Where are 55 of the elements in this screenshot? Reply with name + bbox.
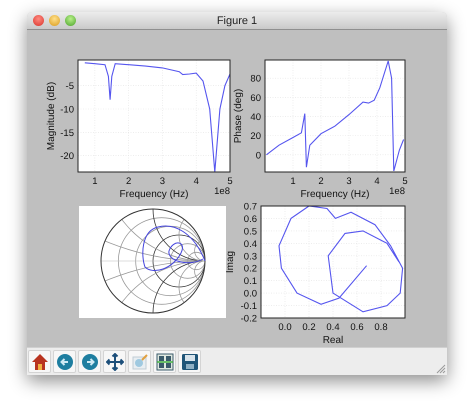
tick-label: -5 xyxy=(66,81,74,92)
tick-label: 4 xyxy=(374,176,380,187)
move-arrows-icon xyxy=(106,352,124,370)
tick-label: 3 xyxy=(160,176,166,187)
configure-button[interactable] xyxy=(153,350,176,373)
tick-label: 0.0 xyxy=(244,288,257,300)
tick-label: -0.1 xyxy=(240,301,257,312)
home-button[interactable] xyxy=(28,350,51,373)
tick-label: 20 xyxy=(250,131,261,142)
subplots-icon xyxy=(156,352,174,370)
save-button[interactable] xyxy=(178,350,201,373)
tick-label: 60 xyxy=(250,92,261,104)
tick-label: 0.5 xyxy=(244,226,257,238)
axis-label: Magnitude (dB) xyxy=(46,82,57,150)
forward-button[interactable] xyxy=(78,350,101,373)
axis-label: Frequency (Hz) xyxy=(120,189,188,200)
tick-label: 0.6 xyxy=(350,322,364,333)
axis-label: Real xyxy=(322,335,344,346)
tick-label: 0.2 xyxy=(244,264,257,275)
tick-label: 2 xyxy=(318,176,324,187)
tick-label: 0.7 xyxy=(244,202,257,212)
tick-label: 3 xyxy=(346,176,352,187)
tick-label: 1 xyxy=(290,176,296,187)
tick-label: 0.3 xyxy=(244,251,257,262)
axis-label: Imag xyxy=(225,250,236,274)
tick-label: 0.4 xyxy=(326,322,340,333)
axis-label: Frequency (Hz) xyxy=(300,189,370,200)
tick-label: 4 xyxy=(194,176,199,187)
tick-label: 0.8 xyxy=(374,322,388,333)
tick-label: 0.0 xyxy=(278,322,292,333)
tick-label: 0.6 xyxy=(244,214,257,225)
tick-label: -20 xyxy=(60,151,74,162)
tick-label: 0.2 xyxy=(302,322,316,333)
back-button[interactable] xyxy=(53,350,76,373)
tick-label: 5 xyxy=(227,176,233,187)
axis-label: Phase (deg) xyxy=(233,88,244,144)
axis-offset-label: 1e8 xyxy=(389,186,405,197)
resize-grip-icon[interactable] xyxy=(436,364,446,374)
tick-label: 1 xyxy=(92,176,98,187)
tick-label: 0.1 xyxy=(244,276,257,288)
tick-label: 0.4 xyxy=(244,238,257,250)
tick-label: -10 xyxy=(60,104,74,116)
tick-label: 40 xyxy=(250,112,261,123)
axis-offset-label: 1e8 xyxy=(214,186,230,197)
tick-label: 2 xyxy=(126,176,132,187)
tick-label: -0.2 xyxy=(240,314,257,324)
close-button[interactable] xyxy=(33,15,44,26)
pan-button[interactable] xyxy=(103,350,126,373)
zoom-icon xyxy=(130,352,148,370)
tick-label: 5 xyxy=(402,176,408,187)
window-title: Figure 1 xyxy=(216,14,258,26)
tick-label: 0 xyxy=(256,150,261,162)
tick-label: -15 xyxy=(60,128,74,139)
tick-label: 80 xyxy=(250,74,261,85)
house-icon xyxy=(30,352,48,370)
